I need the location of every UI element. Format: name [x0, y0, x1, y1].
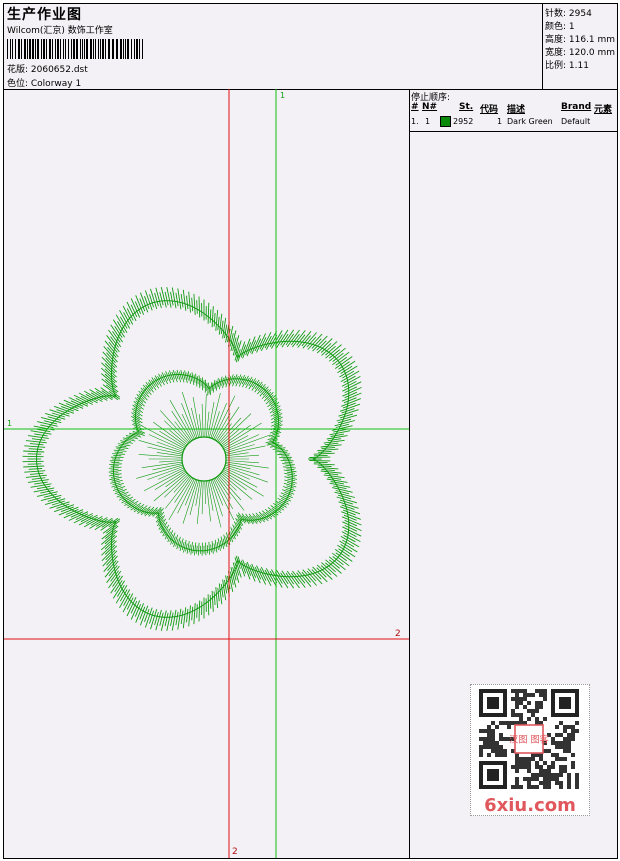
barcode-image [7, 39, 143, 59]
row-description: Dark Green [507, 117, 553, 126]
col-header-index: # [411, 102, 419, 112]
marker-green-horizontal: 1 [7, 419, 12, 428]
marker-red-horizontal: 2 [395, 629, 401, 639]
watermark-site: 6xiu.com [484, 795, 576, 816]
embroidery-canvas: 1 1 2 2 [4, 89, 409, 858]
qr-code-image: 汉图 图客 [479, 689, 579, 789]
design-file-label: 花版: 2060652.dst [7, 65, 88, 75]
qr-badge-text: 汉图 图客 [509, 734, 549, 746]
production-sheet: 生产作业图 Wilcom(汇京) 数饰工作室 花版: 2060652.dst 色… [3, 3, 618, 859]
company-name: Wilcom(汇京) 数饰工作室 [7, 26, 113, 36]
row-brand: Default [561, 117, 591, 126]
embroidery-preview[interactable]: 1 1 2 2 [4, 89, 410, 858]
marker-red-vertical: 2 [232, 847, 238, 857]
row-stitches: 2952 [453, 117, 474, 126]
col-header-number: N# [422, 102, 438, 112]
row-number: 1 [425, 117, 431, 126]
col-header-description: 描述 [507, 105, 526, 115]
design-width: 宽度: 120.0 mm [545, 48, 616, 58]
col-header-element: 元素 [594, 105, 613, 115]
watermark-qr: 汉图 图客 6xiu.com [470, 684, 590, 816]
col-header-brand: Brand [561, 102, 592, 112]
col-header-stitches: St. [459, 102, 474, 112]
design-height: 高度: 116.1 mm [545, 35, 616, 45]
design-stats: 针数: 2954 颜色: 1 高度: 116.1 mm 宽度: 120.0 mm… [542, 4, 618, 90]
stitch-count: 针数: 2954 [545, 9, 592, 19]
color-count: 颜色: 1 [545, 22, 575, 32]
flower-embroidery [22, 286, 362, 632]
scale-ratio: 比例: 1.11 [545, 61, 589, 71]
thread-color-swatch [440, 116, 451, 127]
row-index: 1. [411, 117, 419, 126]
sheet-header: 生产作业图 Wilcom(汇京) 数饰工作室 花版: 2060652.dst 色… [4, 4, 542, 90]
stop-sequence-table: 停止顺序: # N# St. 代码 描述 Brand 元素 1. 1 2952 … [409, 89, 617, 132]
col-header-code: 代码 [480, 105, 499, 115]
marker-green-vertical: 1 [280, 91, 285, 100]
sheet-title: 生产作业图 [7, 7, 82, 23]
colorway-label: 色位: Colorway 1 [7, 79, 82, 89]
row-code: 1 [497, 117, 503, 126]
